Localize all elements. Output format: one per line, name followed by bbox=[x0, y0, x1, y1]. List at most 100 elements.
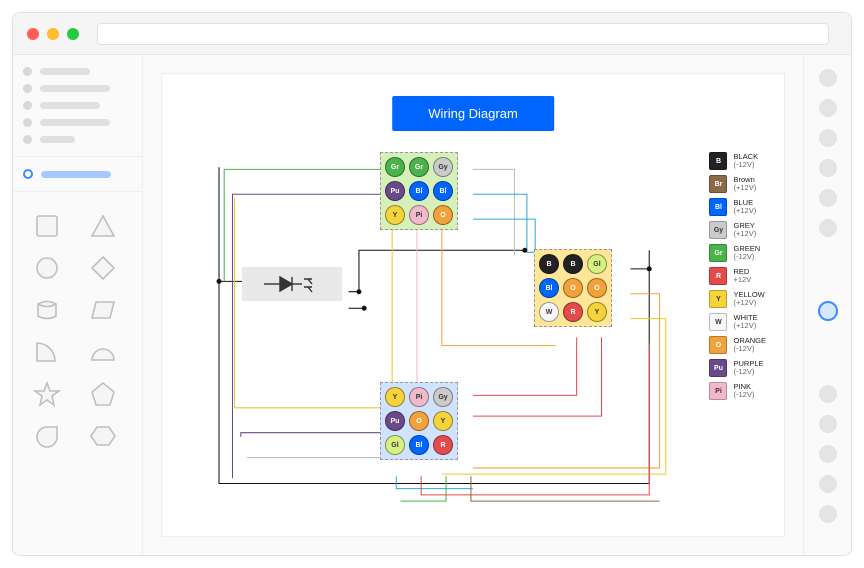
pin-pu[interactable]: Pu bbox=[385, 181, 405, 201]
legend-swatch: Bl bbox=[709, 198, 727, 216]
tool-button[interactable] bbox=[819, 445, 837, 463]
pin-pi[interactable]: Pi bbox=[409, 205, 429, 225]
pin-gr[interactable]: Gr bbox=[385, 157, 405, 177]
pin-gy[interactable]: Gy bbox=[433, 387, 453, 407]
tool-button[interactable] bbox=[819, 99, 837, 117]
pin-o[interactable]: O bbox=[587, 278, 607, 298]
pin-o[interactable]: O bbox=[433, 205, 453, 225]
shape-diamond-icon[interactable] bbox=[85, 252, 121, 284]
minimize-icon[interactable] bbox=[47, 28, 59, 40]
pin-o[interactable]: O bbox=[563, 278, 583, 298]
shape-triangle-icon[interactable] bbox=[85, 210, 121, 242]
pin-y[interactable]: Y bbox=[385, 387, 405, 407]
pin-w[interactable]: W bbox=[539, 302, 559, 322]
shape-parallelogram-icon[interactable] bbox=[85, 294, 121, 326]
app-window: Wiring Diagram GrGrGyPuBlBlYPiO BBGlBlOO… bbox=[12, 12, 852, 556]
canvas-area: Wiring Diagram GrGrGyPuBlBlYPiO BBGlBlOO… bbox=[143, 55, 803, 555]
legend-swatch: B bbox=[709, 152, 727, 170]
pin-gl[interactable]: Gl bbox=[587, 254, 607, 274]
tool-button[interactable] bbox=[819, 69, 837, 87]
shape-quarter-icon[interactable] bbox=[29, 336, 65, 368]
diagram-title: Wiring Diagram bbox=[392, 96, 554, 131]
pin-r[interactable]: R bbox=[563, 302, 583, 322]
pin-r[interactable]: R bbox=[433, 435, 453, 455]
shape-pentagon-icon[interactable] bbox=[85, 378, 121, 410]
legend-swatch: Br bbox=[709, 175, 727, 193]
shape-circle-icon[interactable] bbox=[29, 252, 65, 284]
shape-hexagon-icon[interactable] bbox=[85, 420, 121, 452]
pin-gy[interactable]: Gy bbox=[433, 157, 453, 177]
legend-label: BLACK(-12V) bbox=[733, 153, 758, 170]
pin-b[interactable]: B bbox=[539, 254, 559, 274]
legend-row: B BLACK(-12V) bbox=[709, 152, 766, 170]
legend-row: BlBLUE(+12V) bbox=[709, 198, 766, 216]
pin-bl[interactable]: Bl bbox=[539, 278, 559, 298]
legend-row: Y YELLOW(+12V) bbox=[709, 290, 766, 308]
app-body: Wiring Diagram GrGrGyPuBlBlYPiO BBGlBlOO… bbox=[13, 55, 851, 555]
sidebar-nav bbox=[23, 67, 132, 144]
tool-button[interactable] bbox=[819, 415, 837, 433]
sidebar-item[interactable] bbox=[23, 135, 132, 144]
shape-cylinder-icon[interactable] bbox=[29, 294, 65, 326]
shape-drop-icon[interactable] bbox=[29, 420, 65, 452]
legend-row: PuPURPLE(-12V) bbox=[709, 359, 766, 377]
close-icon[interactable] bbox=[27, 28, 39, 40]
sidebar-item[interactable] bbox=[23, 67, 132, 76]
shape-half-icon[interactable] bbox=[85, 336, 121, 368]
connector-blue[interactable]: YPiGy PuOY GlBlR bbox=[380, 382, 458, 460]
legend-swatch: Pi bbox=[709, 382, 727, 400]
pin-y[interactable]: Y bbox=[587, 302, 607, 322]
legend-row: W WHITE(+12V) bbox=[709, 313, 766, 331]
tool-button[interactable] bbox=[819, 385, 837, 403]
legend-swatch: Pu bbox=[709, 359, 727, 377]
pin-y[interactable]: Y bbox=[385, 205, 405, 225]
sidebar-item-active[interactable] bbox=[23, 169, 132, 179]
connector-yellow[interactable]: BBGlBlOOWRY bbox=[534, 249, 612, 327]
pin-y[interactable]: Y bbox=[433, 411, 453, 431]
tool-button-active[interactable] bbox=[818, 301, 838, 321]
legend-swatch: R bbox=[709, 267, 727, 285]
window-controls[interactable] bbox=[27, 28, 79, 40]
shape-square-icon[interactable] bbox=[29, 210, 65, 242]
pin-pu[interactable]: Pu bbox=[385, 411, 405, 431]
diagram-canvas[interactable]: Wiring Diagram GrGrGyPuBlBlYPiO BBGlBlOO… bbox=[161, 73, 785, 537]
legend-swatch: Y bbox=[709, 290, 727, 308]
connector-green[interactable]: GrGrGyPuBlBlYPiO bbox=[380, 152, 458, 230]
tool-button[interactable] bbox=[819, 475, 837, 493]
pin-pi[interactable]: Pi bbox=[409, 387, 429, 407]
shape-palette bbox=[23, 204, 132, 458]
legend-swatch: W bbox=[709, 313, 727, 331]
right-toolbar bbox=[803, 55, 851, 555]
legend-row: OORANGE(-12V) bbox=[709, 336, 766, 354]
legend-swatch: Gr bbox=[709, 244, 727, 262]
legend-label: PINK(-12V) bbox=[733, 383, 754, 400]
legend-label: WHITE(+12V) bbox=[733, 314, 757, 331]
address-bar[interactable] bbox=[97, 23, 829, 45]
legend-label: YELLOW(+12V) bbox=[733, 291, 764, 308]
legend-row: BrBrown(+12V) bbox=[709, 175, 766, 193]
pin-o[interactable]: O bbox=[409, 411, 429, 431]
titlebar bbox=[13, 13, 851, 55]
legend-row: R RED+12V bbox=[709, 267, 766, 285]
maximize-icon[interactable] bbox=[67, 28, 79, 40]
legend-row: Pi PINK(-12V) bbox=[709, 382, 766, 400]
tool-button[interactable] bbox=[819, 219, 837, 237]
pin-bl[interactable]: Bl bbox=[409, 435, 429, 455]
sidebar-item[interactable] bbox=[23, 84, 132, 93]
pin-gl[interactable]: Gl bbox=[385, 435, 405, 455]
pin-bl[interactable]: Bl bbox=[409, 181, 429, 201]
pin-gr[interactable]: Gr bbox=[409, 157, 429, 177]
tool-button[interactable] bbox=[819, 129, 837, 147]
shape-star-icon[interactable] bbox=[29, 378, 65, 410]
tool-button[interactable] bbox=[819, 189, 837, 207]
legend-label: RED+12V bbox=[733, 268, 751, 285]
sidebar-item[interactable] bbox=[23, 118, 132, 127]
tool-button[interactable] bbox=[819, 159, 837, 177]
sidebar-item[interactable] bbox=[23, 101, 132, 110]
pin-bl[interactable]: Bl bbox=[433, 181, 453, 201]
pin-b[interactable]: B bbox=[563, 254, 583, 274]
tool-button[interactable] bbox=[819, 505, 837, 523]
legend-label: GREEN(-12V) bbox=[733, 245, 760, 262]
diode-symbol[interactable] bbox=[242, 267, 342, 301]
legend-label: GREY(+12V) bbox=[733, 222, 756, 239]
